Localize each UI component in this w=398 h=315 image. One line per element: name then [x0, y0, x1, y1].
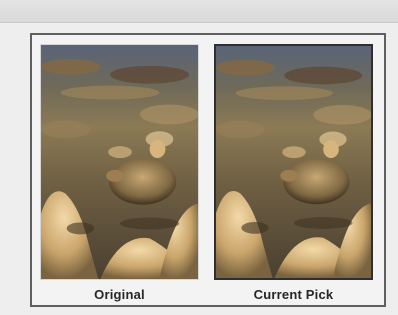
- original-preview[interactable]: [40, 44, 199, 280]
- comparison-panel: Original Current Pick: [30, 33, 386, 307]
- toolbar-strip: [0, 0, 398, 23]
- current-pick-caption: Current Pick: [253, 287, 334, 302]
- current-pick-preview[interactable]: [214, 44, 373, 280]
- original-caption: Original: [94, 287, 145, 302]
- tortoise-photo-image: [216, 46, 371, 278]
- photo-comparison-window: Original Current Pick: [0, 0, 398, 315]
- tortoise-photo-image: [41, 45, 198, 279]
